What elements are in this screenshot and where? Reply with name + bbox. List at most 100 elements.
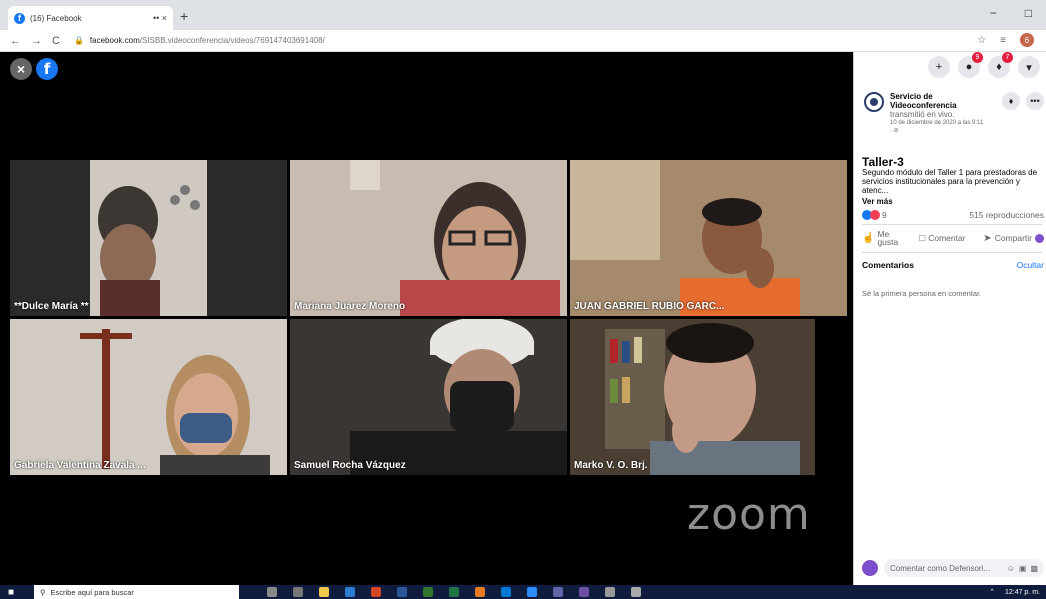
comment-button[interactable]: □ Comentar <box>919 233 965 244</box>
project-icon[interactable] <box>423 587 433 597</box>
participant-name: Marko V. O. Brj. <box>574 460 648 471</box>
post-description: Segundo módulo del Taller 1 para prestad… <box>862 168 1038 195</box>
taskbar-search[interactable]: ⚲ Escribe aquí para buscar <box>34 585 239 599</box>
windows-taskbar: ■ ⚲ Escribe aquí para buscar ⌃ 12:47 p. … <box>0 585 1046 599</box>
url-host: facebook.com <box>89 36 140 45</box>
file-explorer-icon[interactable] <box>319 587 329 597</box>
participant-video-icon <box>570 160 847 316</box>
participant-tile: Mariana Juárez Moreno <box>290 160 567 316</box>
participant-video-icon <box>10 319 287 475</box>
participant-tile: Marko V. O. Brj. <box>570 319 815 475</box>
taskbar-search-placeholder: Escribe aquí para buscar <box>50 587 134 597</box>
comment-placeholder: Comentar como Defensori... <box>890 563 991 573</box>
comments-label: Comentarios <box>862 260 914 270</box>
account-menu-button[interactable]: ▾ <box>1018 56 1040 78</box>
reaction-count: 9 <box>882 210 887 220</box>
close-video-button[interactable]: × <box>10 58 32 80</box>
post-side-panel: + ● 9 ♦ 7 ▾ Servicio de Videoconferencia… <box>853 52 1046 585</box>
taskbar-apps <box>267 587 641 597</box>
profile-avatar[interactable]: 6 <box>1020 33 1034 47</box>
participant-name: Mariana Juárez Moreno <box>294 301 406 312</box>
reaction-summary[interactable]: 9 <box>862 210 887 220</box>
post-action: transmitió en vivo. <box>890 110 955 119</box>
bookmark-star-icon[interactable]: ☆ <box>977 35 986 46</box>
task-view-icon[interactable] <box>293 587 303 597</box>
notifications-button[interactable]: ♦ 7 <box>988 52 1013 78</box>
mail-icon[interactable] <box>345 587 355 597</box>
comment-icon: □ <box>919 232 926 244</box>
messenger-icon: ● <box>965 61 973 73</box>
comment-label: Comentar <box>928 233 966 243</box>
word-icon[interactable] <box>397 587 407 597</box>
reading-list-icon[interactable]: ≡ <box>1000 35 1006 46</box>
tab-title: (16) Facebook <box>30 13 82 23</box>
outlook-icon[interactable] <box>501 587 511 597</box>
comment-input[interactable]: Comentar como Defensori... ☺ ▣ ▩ <box>884 559 1044 577</box>
video-player[interactable]: × f **Dulce María ** Mariana Juárez More… <box>0 52 853 585</box>
messenger-button[interactable]: ● 9 <box>958 52 983 78</box>
love-reaction-icon <box>870 210 880 220</box>
camera-app-icon[interactable] <box>631 587 641 597</box>
notifications-badge: 7 <box>1002 52 1013 63</box>
participant-video-icon <box>90 160 207 316</box>
share-as-avatar[interactable] <box>1035 233 1044 243</box>
post-title: Taller-3 <box>862 155 904 169</box>
more-options-button[interactable]: ••• <box>1026 92 1044 110</box>
facebook-logo-icon[interactable]: f <box>36 58 58 80</box>
zoom-watermark: zoom <box>687 489 811 540</box>
forward-button[interactable]: → <box>31 35 42 47</box>
window-controls: − □ <box>990 6 1032 20</box>
emoji-icon[interactable]: ☺ <box>1007 564 1015 573</box>
search-icon: ⚲ <box>40 587 46 597</box>
zoom-app-icon[interactable] <box>527 587 537 597</box>
teams-icon[interactable] <box>553 587 563 597</box>
hide-comments-link[interactable]: Ocultar <box>1017 260 1044 270</box>
divider <box>862 224 1042 225</box>
address-bar: ← → C 🔒 facebook.com/SISBB.videoconferen… <box>0 30 1046 52</box>
comment-tools: ☺ ▣ ▩ <box>1007 564 1038 573</box>
post-meta: Servicio de Videoconferencia transmitió … <box>890 92 988 135</box>
create-button[interactable]: + <box>928 56 950 78</box>
see-more-link[interactable]: Ver más <box>862 197 893 206</box>
page-name[interactable]: Servicio de Videoconferencia <box>890 92 957 110</box>
reload-button[interactable]: C <box>52 35 60 47</box>
back-button[interactable]: ← <box>10 35 21 47</box>
facebook-favicon-icon: f <box>14 12 25 24</box>
url-field[interactable]: 🔒 facebook.com/SISBB.videoconferencia/vi… <box>74 36 325 45</box>
post-date[interactable]: 10 de diciembre de 2020 a las 9:11 <box>890 119 988 127</box>
address-bar-actions: ☆ ≡ 6 <box>977 33 1034 47</box>
browser-tab[interactable]: f (16) Facebook •• × <box>8 6 173 30</box>
follow-bell-button[interactable]: ♦ <box>1002 92 1020 110</box>
powerpoint-icon[interactable] <box>371 587 381 597</box>
cortana-icon[interactable] <box>267 587 277 597</box>
user-avatar <box>862 560 878 576</box>
chrome-icon[interactable] <box>475 587 485 597</box>
participant-tile: **Dulce María ** <box>10 160 287 316</box>
like-button[interactable]: ☝ Me gusta <box>862 229 901 247</box>
maximize-button[interactable]: □ <box>1025 6 1032 20</box>
participant-name: JUAN GABRIEL RUBIO GARC... <box>574 301 725 312</box>
excel-icon[interactable] <box>449 587 459 597</box>
participant-video-icon <box>290 319 567 475</box>
participant-tile: Samuel Rocha Vázquez <box>290 319 567 475</box>
empty-comments-text: Sé la primera persona en comentar. <box>862 289 982 298</box>
page-avatar[interactable] <box>864 92 884 112</box>
comments-header: Comentarios Ocultar <box>862 260 1044 270</box>
comment-composer: Comentar como Defensori... ☺ ▣ ▩ <box>862 559 1044 577</box>
bell-icon: ♦ <box>996 61 1002 73</box>
tab-close-icon[interactable]: •• × <box>153 13 167 23</box>
app-icon[interactable] <box>605 587 615 597</box>
visio-icon[interactable] <box>579 587 589 597</box>
start-windows-icon[interactable]: ■ <box>8 587 24 598</box>
sticker-icon[interactable]: ▩ <box>1030 564 1038 573</box>
camera-icon[interactable]: ▣ <box>1019 564 1027 573</box>
new-tab-button[interactable]: + <box>180 8 188 24</box>
participant-tile: JUAN GABRIEL RUBIO GARC... <box>570 160 847 316</box>
clock[interactable]: 12:47 p. m. <box>1005 589 1040 596</box>
share-button[interactable]: ➤ Compartir <box>983 233 1044 244</box>
minimize-button[interactable]: − <box>990 6 997 20</box>
participant-video-icon <box>570 319 815 475</box>
nav-controls: ← → C <box>10 35 60 47</box>
tray-expand-icon[interactable]: ⌃ <box>989 588 995 596</box>
like-label: Me gusta <box>877 229 899 247</box>
